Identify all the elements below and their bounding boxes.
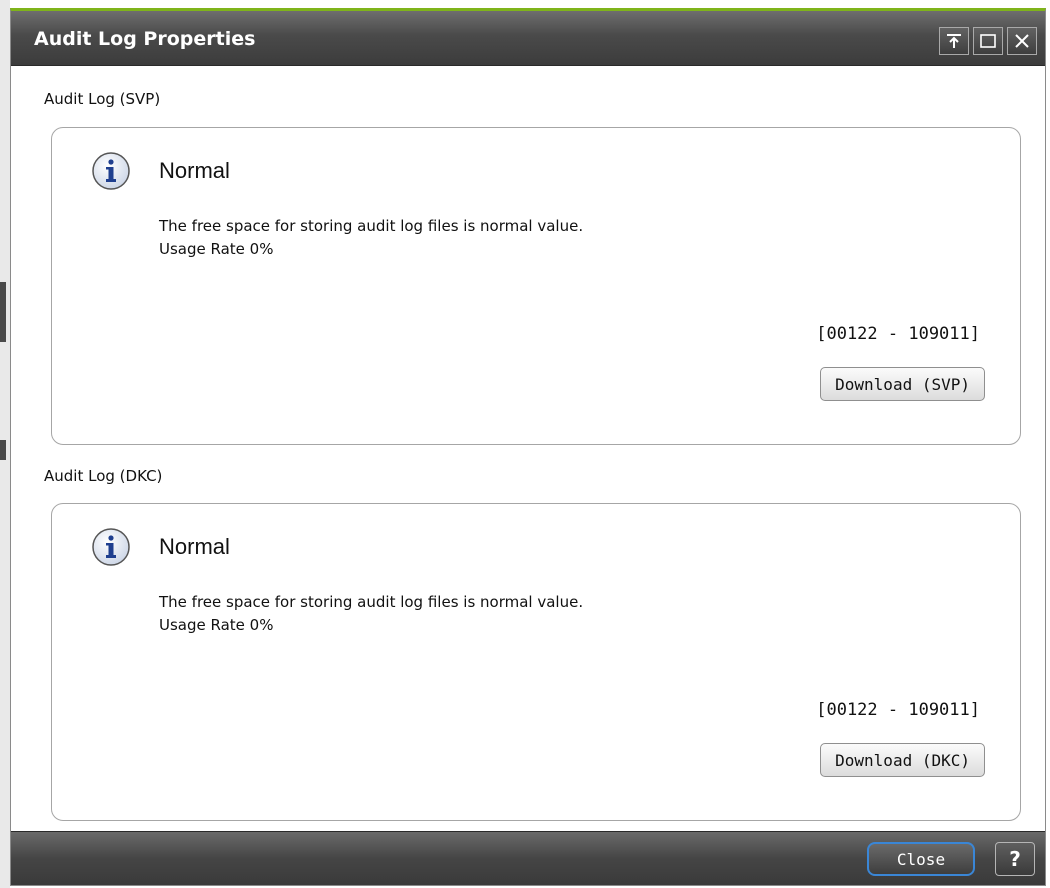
- dialog-titlebar[interactable]: Audit Log Properties: [11, 11, 1045, 66]
- window-controls: [939, 27, 1037, 55]
- status-title: Normal: [159, 158, 230, 183]
- section-label-dkc: Audit Log (DKC): [44, 467, 163, 485]
- background-strip: [0, 0, 10, 888]
- help-button[interactable]: ?: [995, 842, 1035, 876]
- maximize-icon: [980, 34, 996, 48]
- download-dkc-button[interactable]: Download (DKC): [820, 743, 985, 777]
- info-icon: [92, 528, 130, 566]
- audit-log-dkc-panel: Normal The free space for storing audit …: [51, 503, 1021, 821]
- dialog-title: Audit Log Properties: [34, 28, 256, 50]
- maximize-button[interactable]: [973, 27, 1003, 55]
- close-button[interactable]: Close: [867, 842, 975, 876]
- pin-icon: [947, 34, 961, 48]
- pin-button[interactable]: [939, 27, 969, 55]
- download-svp-button[interactable]: Download (SVP): [820, 367, 985, 401]
- log-range: [00122 - 109011]: [816, 700, 980, 720]
- status-title: Normal: [159, 534, 230, 559]
- section-label-svp: Audit Log (SVP): [44, 90, 161, 108]
- usage-rate: Usage Rate 0%: [159, 616, 274, 634]
- info-icon: [92, 152, 130, 190]
- status-message: The free space for storing audit log fil…: [159, 217, 584, 235]
- log-range: [00122 - 109011]: [816, 324, 980, 344]
- dialog-footer: Close ?: [11, 831, 1045, 885]
- background-mark: [0, 440, 6, 460]
- background-mark: [0, 282, 6, 342]
- status-message: The free space for storing audit log fil…: [159, 593, 584, 611]
- close-window-button[interactable]: [1007, 27, 1037, 55]
- close-icon: [1015, 34, 1029, 48]
- audit-log-svp-panel: Normal The free space for storing audit …: [51, 127, 1021, 445]
- usage-rate: Usage Rate 0%: [159, 240, 274, 258]
- audit-log-properties-dialog: Audit Log Properties Audit Log (SVP) Nor…: [10, 8, 1046, 886]
